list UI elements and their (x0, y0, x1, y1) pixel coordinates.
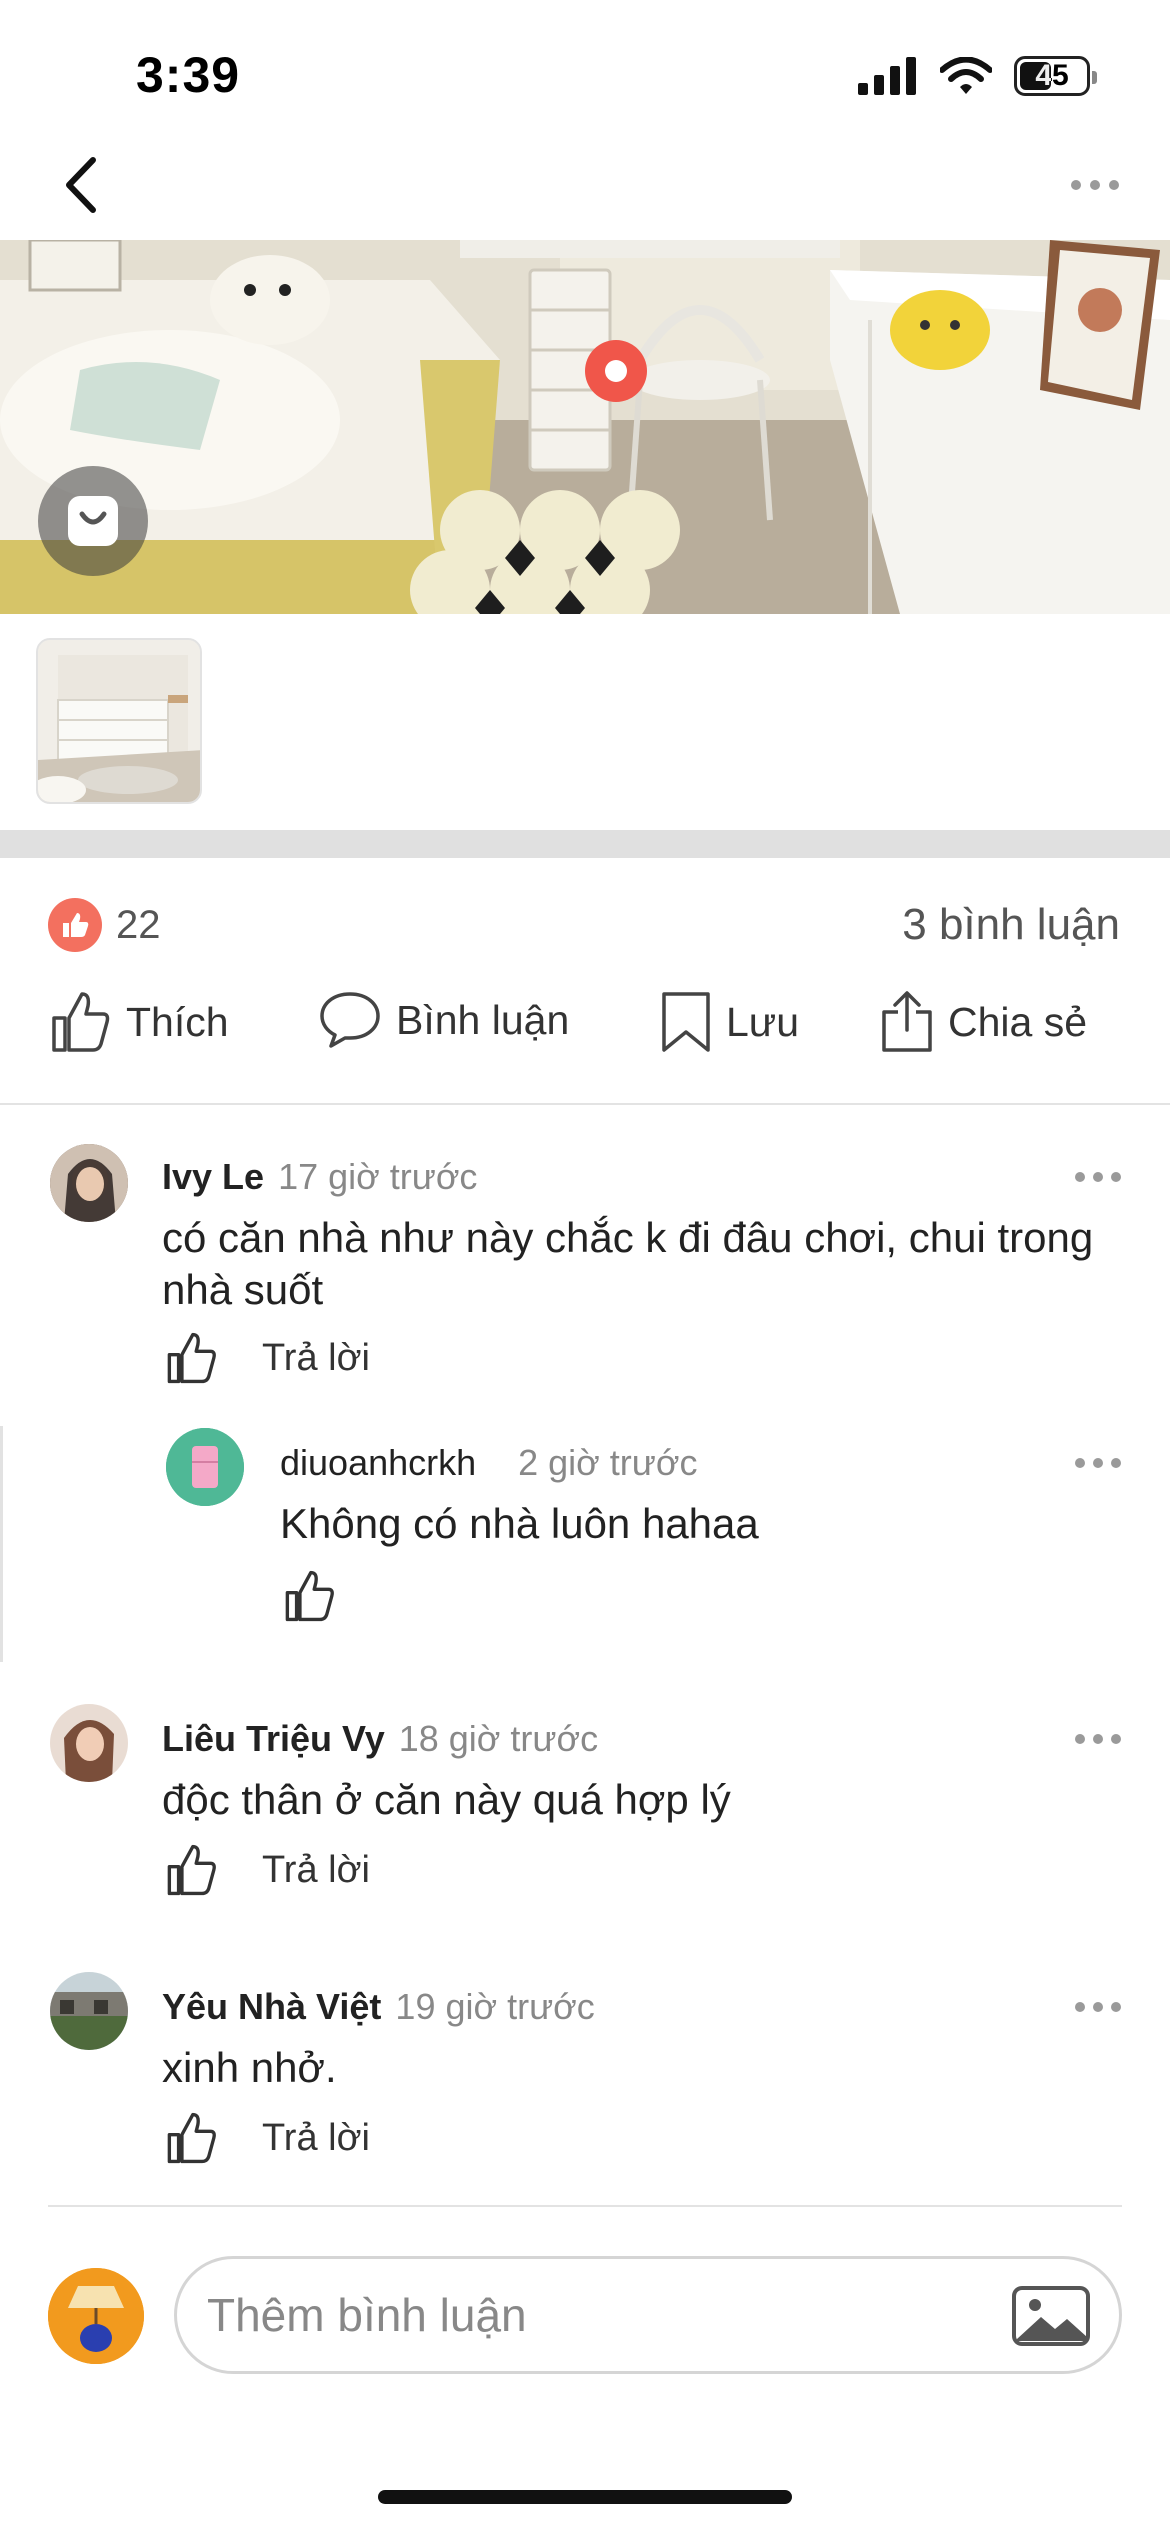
more-horizontal-icon (1075, 1734, 1121, 1744)
share-label: Chia sẻ (948, 998, 1088, 1045)
thumbs-up-icon (167, 1844, 216, 1896)
comment-text: độc thân ở căn này quá hợp lý (162, 1776, 731, 1823)
comment-label: Bình luận (396, 996, 570, 1043)
comment-more-button[interactable] (1068, 1724, 1128, 1754)
comment-button[interactable]: Bình luận (318, 990, 569, 1050)
comment-input[interactable] (207, 2273, 967, 2357)
bookmark-icon (662, 992, 710, 1052)
comment-count[interactable]: 3 bình luận (902, 900, 1120, 950)
wifi-icon (940, 57, 992, 94)
current-user-avatar[interactable] (48, 2268, 144, 2364)
composer-divider (48, 2205, 1122, 2207)
comment-composer (174, 2256, 1122, 2374)
like-button[interactable]: Thích (50, 990, 229, 1054)
comment-actions: Trả lời (162, 2108, 370, 2168)
reply-button[interactable]: Trả lời (262, 1849, 370, 1892)
thumbs-up-icon (52, 992, 110, 1052)
comment-actions: Trả lời (162, 1328, 370, 1388)
more-options-button[interactable] (1060, 160, 1130, 210)
more-horizontal-icon (1075, 1458, 1121, 1468)
thumbs-up-icon (167, 2112, 216, 2164)
comment-author[interactable]: Ivy Le (162, 1156, 264, 1198)
reply-actions (280, 1566, 340, 1626)
comment-author[interactable]: Liêu Triệu Vy (162, 1718, 385, 1760)
avatar[interactable] (166, 1428, 244, 1506)
more-horizontal-icon (1075, 1172, 1121, 1182)
shopping-bag-icon (68, 496, 118, 546)
avatar[interactable] (50, 1144, 128, 1222)
reply-time: 2 giờ trước (518, 1442, 698, 1483)
share-icon (882, 991, 932, 1052)
like-summary[interactable]: 22 (48, 898, 161, 952)
home-indicator (378, 2490, 792, 2504)
comment-time: 18 giờ trước (398, 1718, 599, 1759)
comment-header: Liêu Triệu Vy 18 giờ trước (162, 1718, 598, 1760)
like-count: 22 (116, 902, 161, 947)
thumbs-up-icon (167, 1332, 216, 1384)
comment-like-button[interactable] (162, 2108, 222, 2168)
like-label: Thích (126, 998, 229, 1045)
comment-time: 17 giờ trước (278, 1156, 478, 1197)
comment-author[interactable]: Yêu Nhà Việt (162, 1986, 381, 2028)
reply-text: Không có nhà luôn hahaa (280, 1500, 759, 1547)
comment-actions: Trả lời (162, 1840, 370, 1900)
thread-line (0, 1426, 3, 1662)
more-horizontal-icon (1071, 180, 1119, 190)
post-photo[interactable] (0, 240, 1170, 614)
like-badge (48, 898, 102, 952)
reply-button[interactable]: Trả lời (262, 2117, 370, 2160)
post-actions: Thích Bình luận Lưu Chia sẻ (0, 990, 1170, 1070)
comment-like-button[interactable] (162, 1328, 222, 1388)
section-divider (0, 830, 1170, 858)
thumbs-up-icon (285, 1570, 334, 1622)
comment-more-button[interactable] (1068, 1992, 1128, 2022)
comment-like-button[interactable] (162, 1840, 222, 1900)
status-bar: 3:39 45 (0, 0, 1170, 140)
share-button[interactable]: Chia sẻ (880, 990, 1087, 1054)
image-icon (1012, 2286, 1090, 2346)
avatar[interactable] (50, 1972, 128, 2050)
product-tag-marker[interactable] (585, 340, 647, 402)
reply-author[interactable]: diuoanhcrkh (280, 1442, 476, 1484)
more-horizontal-icon (1075, 2002, 1121, 2012)
signal-icon (858, 57, 916, 95)
reply-like-button[interactable] (280, 1566, 340, 1626)
battery-indicator: 45 (1014, 56, 1097, 96)
status-time: 3:39 (136, 47, 241, 103)
comment-header: Ivy Le 17 giờ trước (162, 1156, 477, 1198)
attach-image-button[interactable] (1011, 2285, 1091, 2347)
comment-more-button[interactable] (1068, 1162, 1128, 1192)
top-navigation (0, 140, 1170, 240)
actions-divider (0, 1103, 1170, 1105)
status-icons: 45 (858, 56, 1097, 96)
comment-text: có căn nhà như này chắc k đi đâu chơi, c… (162, 1214, 1094, 1313)
thumbs-up-icon (63, 913, 89, 937)
comment-time: 19 giờ trước (395, 1986, 595, 2027)
back-button[interactable] (46, 150, 116, 220)
save-button[interactable]: Lưu (660, 990, 799, 1054)
comment-text: xinh nhở. (162, 2044, 337, 2091)
reply-button[interactable]: Trả lời (262, 1337, 370, 1380)
save-label: Lưu (726, 998, 800, 1045)
comment-header: Yêu Nhà Việt 19 giờ trước (162, 1986, 595, 2028)
reply-header: diuoanhcrkh 2 giờ trước (280, 1442, 698, 1484)
speech-bubble-icon (320, 992, 380, 1048)
shop-button[interactable] (38, 466, 148, 576)
photo-thumbnail[interactable] (36, 638, 202, 804)
chevron-left-icon (66, 157, 96, 213)
reply-more-button[interactable] (1068, 1448, 1128, 1478)
avatar[interactable] (50, 1704, 128, 1782)
battery-percent: 45 (1035, 59, 1069, 92)
